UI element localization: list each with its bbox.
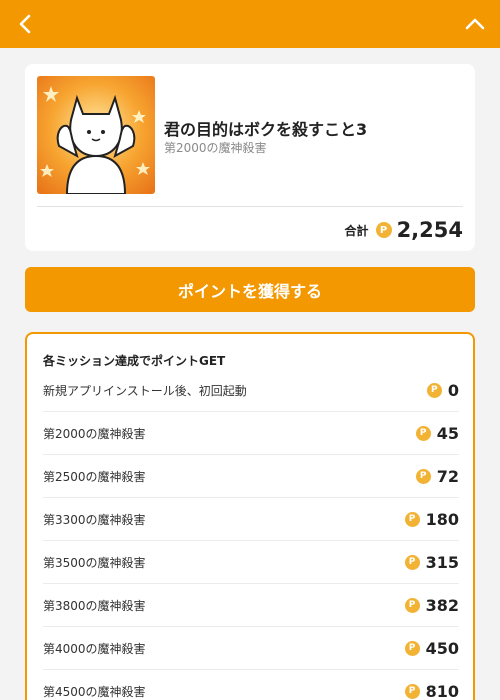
divider [37,206,463,207]
back-button[interactable] [10,9,40,39]
total-points-row: 合計 P 2,254 [345,216,463,244]
mission-row: 第2000の魔神殺害 P 45 [43,412,459,455]
mission-points-value: 315 [425,552,459,572]
mission-row: 第2500の魔神殺害 P 72 [43,455,459,498]
point-coin-icon: P [404,640,420,656]
mission-points-value: 382 [425,595,459,615]
total-points-value: 2,254 [396,218,463,242]
mission-points: P 315 [404,541,459,583]
app-title: 君の目的はボクを殺すこと3 [164,120,368,139]
mission-points-value: 450 [425,638,459,658]
collapse-button[interactable] [460,9,490,39]
mission-label: 第4000の魔神殺害 [43,641,146,656]
mission-points: P 450 [404,627,459,669]
mission-points-value: 180 [425,509,459,529]
point-coin-icon: P [415,468,431,484]
mission-points: P 0 [426,369,459,411]
point-coin-icon: P [404,683,420,699]
mission-points-value: 45 [436,423,459,443]
point-coin-icon: P [426,382,442,398]
point-coin-icon: P [375,222,392,238]
mission-points: P 45 [415,412,459,454]
mission-row: 第4000の魔神殺害 P 450 [43,627,459,670]
mission-row: 第3800の魔神殺害 P 382 [43,584,459,627]
point-coin-icon: P [404,597,420,613]
point-coin-icon: P [404,554,420,570]
chevron-up-icon [465,18,485,30]
mission-points: P 72 [415,455,459,497]
earn-points-button[interactable]: ポイントを獲得する [25,267,475,312]
mission-points-value: 72 [436,466,459,486]
mission-points-value: 810 [425,681,459,700]
app-subtitle: 第2000の魔神殺害 [164,141,267,155]
mission-label: 第3500の魔神殺害 [43,555,146,570]
mission-label: 第2000の魔神殺害 [43,426,146,441]
mission-row: 第3500の魔神殺害 P 315 [43,541,459,584]
mission-points: P 810 [404,670,459,700]
mission-points: P 180 [404,498,459,540]
chevron-left-icon [19,14,31,34]
missions-heading: 各ミッション達成でポイントGET [43,354,226,368]
mission-label: 新規アプリインストール後、初回起動 [43,383,247,398]
point-coin-icon: P [404,511,420,527]
mission-row: 新規アプリインストール後、初回起動 P 0 [43,369,459,412]
app-card: 君の目的はボクを殺すこと3 第2000の魔神殺害 合計 P 2,254 [25,64,475,251]
app-icon[interactable] [37,76,155,194]
mission-label: 第3800の魔神殺害 [43,598,146,613]
mission-points: P 382 [404,584,459,626]
total-label: 合計 [344,223,369,238]
point-coin-icon: P [415,425,431,441]
missions-panel: 各ミッション達成でポイントGET 新規アプリインストール後、初回起動 P 0 第… [25,332,475,700]
mission-label: 第3300の魔神殺害 [43,512,146,527]
mission-points-value: 0 [447,380,459,400]
mission-row: 第3300の魔神殺害 P 180 [43,498,459,541]
top-bar [0,0,500,48]
mission-label: 第2500の魔神殺害 [43,469,146,484]
mission-row: 第4500の魔神殺害 P 810 [43,670,459,700]
mission-label: 第4500の魔神殺害 [43,684,146,699]
